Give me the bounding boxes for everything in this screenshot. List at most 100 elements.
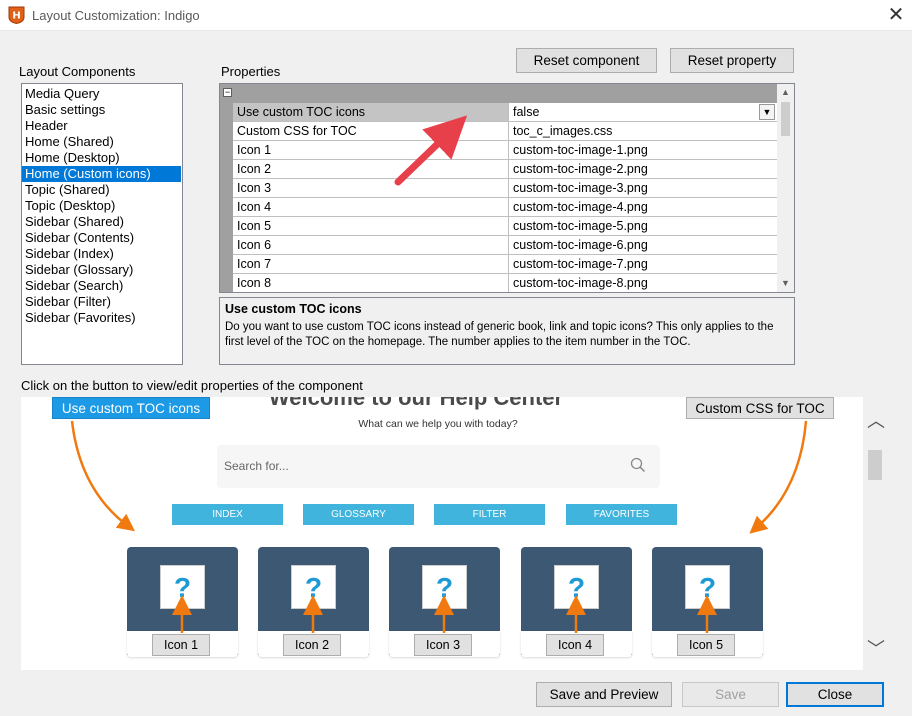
preview-search-box: Search for... [217, 445, 660, 488]
window-title: Layout Customization: Indigo [32, 8, 200, 23]
list-item[interactable]: Home (Shared) [22, 134, 182, 150]
app-icon: H [8, 6, 25, 24]
property-row[interactable]: Icon 7 custom-toc-image-7.png [220, 255, 777, 274]
property-value[interactable]: custom-toc-image-3.png [509, 179, 777, 198]
list-item[interactable]: Sidebar (Search) [22, 278, 182, 294]
preview-nav-glossary: GLOSSARY [303, 504, 414, 525]
list-item[interactable]: Sidebar (Glossary) [22, 262, 182, 278]
search-placeholder: Search for... [224, 459, 289, 473]
reset-component-button[interactable]: Reset component [516, 48, 657, 73]
list-item[interactable]: Sidebar (Index) [22, 246, 182, 262]
icon-3-button[interactable]: Icon 3 [414, 634, 472, 656]
custom-css-for-toc-button[interactable]: Custom CSS for TOC [686, 397, 834, 419]
property-name: Icon 6 [233, 236, 509, 255]
description-text: Do you want to use custom TOC icons inst… [225, 321, 774, 348]
property-row[interactable]: Icon 6 custom-toc-image-6.png [220, 236, 777, 255]
list-item[interactable]: Media Query [22, 86, 182, 102]
list-item[interactable]: Sidebar (Favorites) [22, 310, 182, 326]
property-row[interactable]: Icon 3 custom-toc-image-3.png [220, 179, 777, 198]
preview-title: Welcome to our Help Center [268, 397, 564, 410]
question-icon: ? [554, 565, 599, 609]
list-item[interactable]: Header [22, 118, 182, 134]
list-item-selected[interactable]: Home (Custom icons) [22, 166, 181, 182]
chevron-up-icon[interactable]: ︿ [863, 407, 889, 433]
preview-subtitle: What can we help you with today? [358, 418, 518, 430]
save-button[interactable]: Save [682, 682, 779, 707]
scrollbar-thumb[interactable] [868, 450, 882, 480]
property-value[interactable]: toc_c_images.css [509, 122, 777, 141]
list-item[interactable]: Basic settings [22, 102, 182, 118]
icon-4-button[interactable]: Icon 4 [546, 634, 604, 656]
preview-toc-tile: ? Icon 2 [258, 547, 369, 657]
property-name: Icon 1 [233, 141, 509, 160]
property-row[interactable]: Icon 2 custom-toc-image-2.png [220, 160, 777, 179]
property-value[interactable]: custom-toc-image-8.png [509, 274, 777, 292]
property-row[interactable]: Custom CSS for TOC toc_c_images.css [220, 122, 777, 141]
preview-toc-tile: ? Icon 4 [521, 547, 632, 657]
reset-property-button[interactable]: Reset property [670, 48, 794, 73]
property-row[interactable]: Icon 8 custom-toc-image-8.png [220, 274, 777, 292]
list-item[interactable]: Sidebar (Shared) [22, 214, 182, 230]
preview-toc-tile: ? Icon 1 [127, 547, 238, 657]
property-name: Icon 3 [233, 179, 509, 198]
property-grid[interactable]: − Use custom TOC icons false ▼ Custom CS… [219, 83, 795, 293]
layout-preview: Welcome to our Help Center What can we h… [21, 397, 863, 670]
property-value[interactable]: custom-toc-image-1.png [509, 141, 777, 160]
property-name: Use custom TOC icons [233, 103, 509, 122]
property-name: Icon 8 [233, 274, 509, 292]
property-description-panel: Use custom TOC icons Do you want to use … [219, 297, 795, 365]
chevron-down-icon[interactable]: ▼ [759, 104, 775, 120]
icon-1-button[interactable]: Icon 1 [152, 634, 210, 656]
list-item[interactable]: Sidebar (Filter) [22, 294, 182, 310]
property-grid-scrollbar[interactable]: ▲ ▼ [777, 84, 794, 292]
preview-hint-label: Click on the button to view/edit propert… [21, 378, 363, 393]
layout-components-label: Layout Components [19, 64, 136, 79]
property-grid-header: − [220, 84, 777, 103]
save-and-preview-button[interactable]: Save and Preview [536, 682, 672, 707]
property-row[interactable]: Use custom TOC icons false ▼ [220, 103, 777, 122]
list-item[interactable]: Home (Desktop) [22, 150, 182, 166]
icon-5-button[interactable]: Icon 5 [677, 634, 735, 656]
description-title: Use custom TOC icons [225, 302, 362, 316]
property-value: false [513, 105, 540, 119]
question-icon: ? [422, 565, 467, 609]
close-icon[interactable]: ✕ [884, 3, 908, 27]
property-value-dropdown[interactable]: false ▼ [509, 103, 777, 122]
property-value[interactable]: custom-toc-image-7.png [509, 255, 777, 274]
preview-toc-tile: ? Icon 5 [652, 547, 763, 657]
property-value[interactable]: custom-toc-image-2.png [509, 160, 777, 179]
property-name: Icon 2 [233, 160, 509, 179]
preview-scrollbar[interactable]: ︿ ﹀ [863, 397, 889, 670]
list-item[interactable]: Sidebar (Contents) [22, 230, 182, 246]
property-value[interactable]: custom-toc-image-4.png [509, 198, 777, 217]
list-item[interactable]: Topic (Desktop) [22, 198, 182, 214]
scrollbar-thumb[interactable] [781, 102, 790, 136]
question-icon: ? [685, 565, 730, 609]
collapse-icon[interactable]: − [223, 88, 232, 97]
property-row[interactable]: Icon 4 custom-toc-image-4.png [220, 198, 777, 217]
property-value[interactable]: custom-toc-image-6.png [509, 236, 777, 255]
property-value[interactable]: custom-toc-image-5.png [509, 217, 777, 236]
use-custom-toc-icons-button[interactable]: Use custom TOC icons [52, 397, 210, 419]
preview-nav-index: INDEX [172, 504, 283, 525]
property-row[interactable]: Icon 1 custom-toc-image-1.png [220, 141, 777, 160]
chevron-up-icon[interactable]: ▲ [777, 84, 794, 101]
property-name: Icon 7 [233, 255, 509, 274]
property-name: Custom CSS for TOC [233, 122, 509, 141]
chevron-down-icon[interactable]: ▼ [777, 275, 794, 292]
property-name: Icon 5 [233, 217, 509, 236]
question-icon: ? [160, 565, 205, 609]
svg-text:H: H [12, 11, 20, 22]
icon-2-button[interactable]: Icon 2 [283, 634, 341, 656]
property-row[interactable]: Icon 5 custom-toc-image-5.png [220, 217, 777, 236]
preview-nav-filter: FILTER [434, 504, 545, 525]
chevron-down-icon[interactable]: ﹀ [863, 635, 889, 661]
preview-nav-favorites: FAVORITES [566, 504, 677, 525]
properties-label: Properties [221, 64, 281, 79]
layout-components-list[interactable]: Media Query Basic settings Header Home (… [21, 83, 183, 365]
search-icon [630, 457, 646, 473]
list-item[interactable]: Topic (Shared) [22, 182, 182, 198]
preview-toc-tile: ? Icon 3 [389, 547, 500, 657]
close-button[interactable]: Close [786, 682, 884, 707]
question-icon: ? [291, 565, 336, 609]
